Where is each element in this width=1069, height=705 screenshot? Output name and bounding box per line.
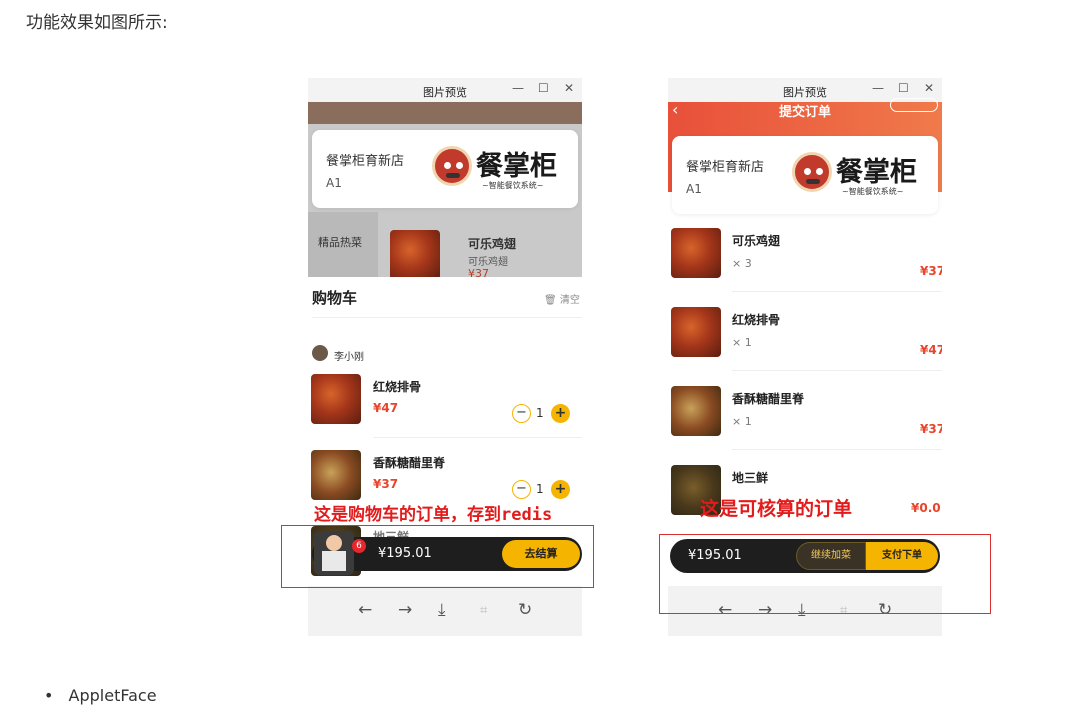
order-item-price: ¥37 xyxy=(920,264,942,278)
quantity-stepper[interactable]: − 1 + xyxy=(512,404,572,426)
cart-item-image xyxy=(311,374,361,424)
next-section-item: • AppletFace xyxy=(44,686,157,705)
category-item[interactable]: 精品热菜 xyxy=(318,234,362,250)
menu-dish-desc: 可乐鸡翅 xyxy=(468,257,508,268)
order-item-qty: × 3 xyxy=(732,257,752,270)
minimize-icon[interactable]: — xyxy=(512,81,524,95)
order-item-image xyxy=(671,228,721,278)
shop-name: 餐掌柜育新店 xyxy=(686,160,765,175)
close-icon[interactable]: ✕ xyxy=(924,81,934,95)
order-item-image xyxy=(671,307,721,357)
fit-screen-icon[interactable]: ⌗ xyxy=(480,603,487,618)
divider xyxy=(373,437,582,438)
minus-button[interactable]: − xyxy=(512,404,531,423)
divider xyxy=(312,317,582,318)
table-number: A1 xyxy=(686,182,702,196)
order-item-qty: × 1 xyxy=(732,415,752,428)
back-arrow-icon[interactable]: ← xyxy=(358,600,372,620)
order-item-price: ¥37 xyxy=(920,422,942,436)
order-annotation: 这是可核算的订单 xyxy=(700,498,853,520)
cart-item-image xyxy=(311,450,361,500)
menu-dish-name: 可乐鸡翅 xyxy=(468,237,517,251)
cart-title: 购物车 xyxy=(312,289,358,307)
trash-icon: 🗑 xyxy=(544,295,557,306)
close-icon[interactable]: ✕ xyxy=(564,81,574,95)
chef-face-icon xyxy=(792,152,832,192)
preview-toolbar: ← → ⤓ ⌗ ↻ xyxy=(308,586,582,636)
logo-text: 餐掌柜 xyxy=(476,151,557,182)
cart-item-name: 红烧排骨 xyxy=(373,380,422,394)
order-item-price: ¥47 xyxy=(920,343,942,357)
quantity-stepper[interactable]: − 1 + xyxy=(512,480,572,502)
menu-dish-price: ¥37 xyxy=(468,267,489,277)
user-name: 李小刚 xyxy=(334,352,364,363)
quantity-value: 1 xyxy=(536,406,544,420)
category-sidebar: 精品热菜 xyxy=(308,212,378,277)
capsule-menu-icon[interactable] xyxy=(890,98,938,112)
order-annotation-box xyxy=(659,534,991,614)
shop-card: 餐掌柜育新店 A1 餐掌柜 ~智能餐饮系统~ xyxy=(312,130,578,208)
header-strip xyxy=(308,102,582,124)
order-item-name: 香酥糖醋里脊 xyxy=(732,392,805,406)
user-avatar xyxy=(312,345,328,361)
divider xyxy=(732,291,942,292)
shop-card: 餐掌柜育新店 A1 餐掌柜 ~智能餐饮系统~ xyxy=(672,136,938,214)
minus-button[interactable]: − xyxy=(512,480,531,499)
download-icon[interactable]: ⤓ xyxy=(438,600,446,620)
maximize-icon[interactable]: ☐ xyxy=(538,81,549,95)
order-item-name: 地三鲜 xyxy=(732,471,769,485)
order-item-name: 可乐鸡翅 xyxy=(732,234,781,248)
bullet: • xyxy=(44,686,54,705)
cart-annotation: 这是购物车的订单，存到redis xyxy=(314,505,553,525)
order-item-price: ¥0.01 xyxy=(911,501,942,515)
logo-subtitle: ~智能餐饮系统~ xyxy=(842,187,904,196)
maximize-icon[interactable]: ☐ xyxy=(898,81,909,95)
chef-face-icon xyxy=(432,146,472,186)
divider xyxy=(732,370,942,371)
logo-subtitle: ~智能餐饮系统~ xyxy=(482,181,544,190)
clear-button[interactable]: 🗑 清空 xyxy=(544,291,580,306)
logo-text: 餐掌柜 xyxy=(836,157,917,188)
next-section-text: AppletFace xyxy=(68,686,157,705)
cart-annotation-box xyxy=(281,525,594,588)
rotate-icon[interactable]: ↻ xyxy=(518,600,532,620)
minimize-icon[interactable]: — xyxy=(872,81,884,95)
plus-button[interactable]: + xyxy=(551,480,570,499)
cart-item-price: ¥37 xyxy=(373,477,399,491)
article-intro-text: 功能效果如图所示: xyxy=(26,13,168,33)
brand-logo: 餐掌柜 ~智能餐饮系统~ xyxy=(792,150,930,200)
plus-button[interactable]: + xyxy=(551,404,570,423)
cart-item-name: 香酥糖醋里脊 xyxy=(373,456,446,470)
window-titlebar: 图片预览 — ☐ ✕ xyxy=(308,78,582,102)
brand-logo: 餐掌柜 ~智能餐饮系统~ xyxy=(432,144,570,194)
order-item-qty: × 1 xyxy=(732,336,752,349)
order-item-name: 红烧排骨 xyxy=(732,313,781,327)
order-item-image xyxy=(671,386,721,436)
forward-arrow-icon[interactable]: → xyxy=(398,600,412,620)
clear-label: 清空 xyxy=(559,295,580,306)
table-number: A1 xyxy=(326,176,342,190)
quantity-value: 1 xyxy=(536,482,544,496)
dimmed-menu-area: 餐掌柜育新店 A1 餐掌柜 ~智能餐饮系统~ 精品热菜 可乐鸡翅 可乐鸡翅 ¥3… xyxy=(308,102,582,280)
menu-dish-image xyxy=(390,230,440,280)
cart-item-price: ¥47 xyxy=(373,401,399,415)
divider xyxy=(732,449,942,450)
shop-name: 餐掌柜育新店 xyxy=(326,154,405,169)
